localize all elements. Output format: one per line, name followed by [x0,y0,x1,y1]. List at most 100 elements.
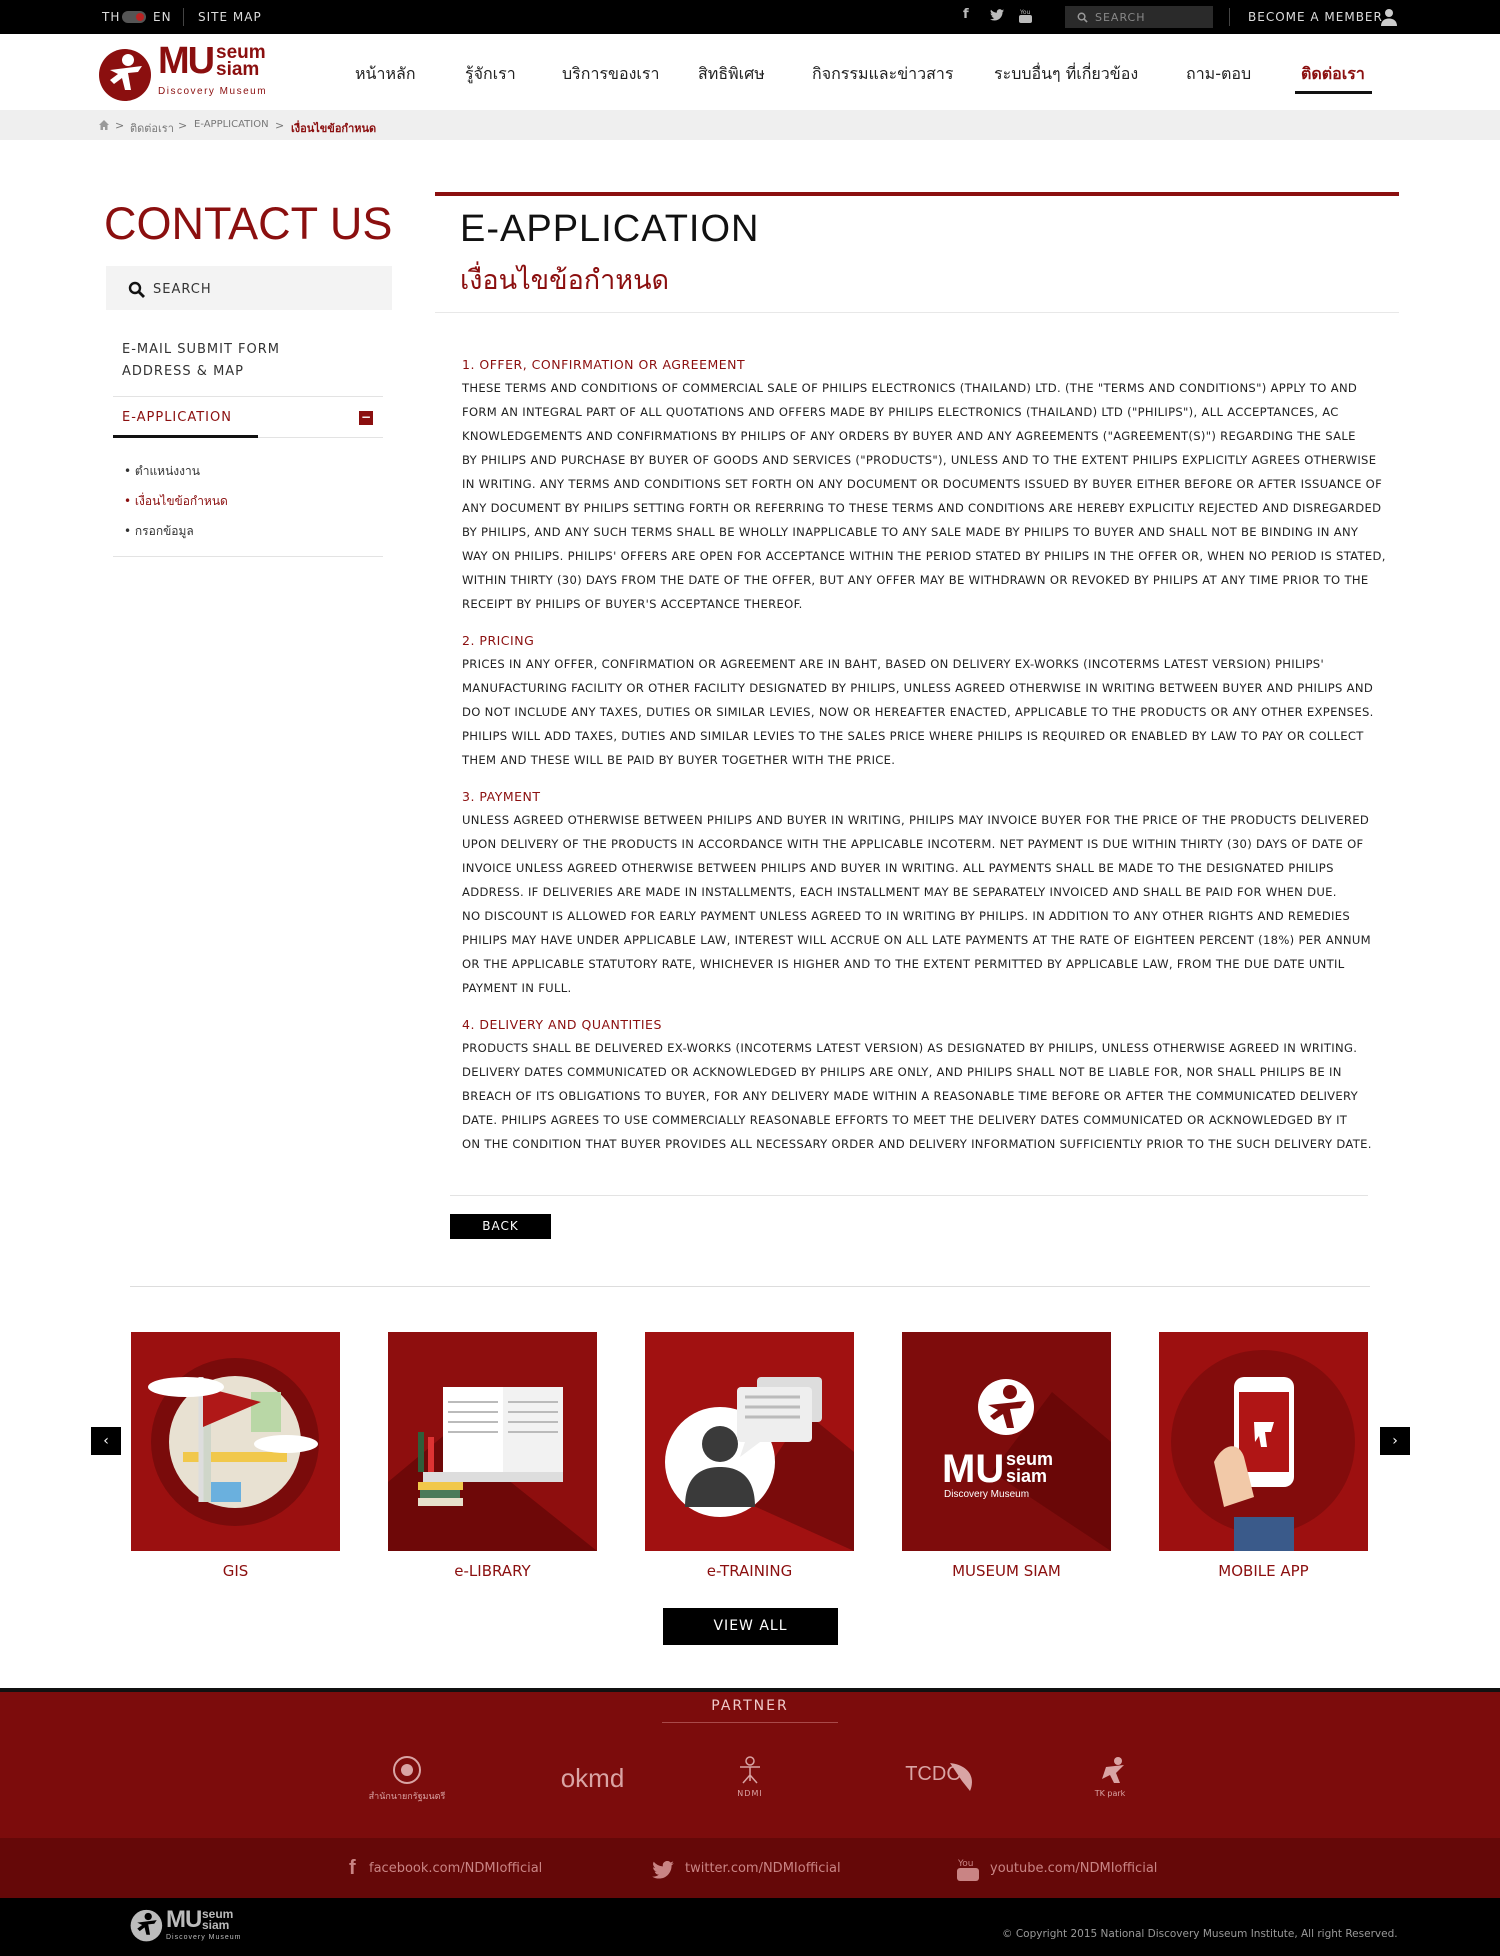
copyright: © Copyright 2015 National Discovery Muse… [1002,1928,1398,1940]
text-line: PRICES IN ANY OFFER, CONFIRMATION OR AGR… [462,657,1324,671]
nav-home[interactable]: หน้าหลัก [355,62,416,87]
nav-contact[interactable]: ติดต่อเรา [1301,62,1365,87]
breadcrumb: > ติดต่อเรา > E-APPLICATION > เงื่อนไขข้… [0,110,1500,140]
nav-about[interactable]: รู้จักเรา [465,62,516,87]
svg-text:You: You [1019,9,1031,16]
section-heading: 1. OFFER, CONFIRMATION OR AGREEMENT [462,357,746,372]
facebook-icon[interactable]: f [963,7,969,22]
text-line: THESE TERMS AND CONDITIONS OF COMMERCIAL… [462,381,1358,395]
copyright-text: Copyright 2015 National Discovery Museum… [1015,1928,1398,1940]
text-line: UPON DELIVERY OF THE PRODUCTS IN ACCORDA… [462,837,1364,851]
nav-activities-news[interactable]: กิจกรรมและข่าวสาร [812,62,953,87]
tile-label: e-LIBRARY [454,1562,531,1580]
lang-th[interactable]: TH [102,10,120,24]
divider [113,556,383,557]
tile-etraining[interactable] [645,1332,854,1551]
tile-label: MOBILE APP [1218,1562,1309,1580]
text-line: KNOWLEDGEMENTS AND CONFIRMATIONS BY PHIL… [462,429,1356,443]
facebook-icon[interactable]: f [349,1857,356,1880]
partner-logo-text: สำนักนายกรัฐมนตรี [368,1792,446,1802]
sidebar-subitem-fill-info[interactable]: • กรอกข้อมูล [124,522,194,541]
tile-museum-siam[interactable]: MU seum siam Discovery Museum [902,1332,1111,1551]
sidebar-item-eapplication[interactable]: E-APPLICATION [122,410,232,425]
partner-logo-text: TK park [1094,1789,1126,1798]
top-search-input[interactable]: SEARCH [1065,6,1213,28]
view-all-button[interactable]: VIEW ALL [663,1608,838,1645]
partner-logo-text: NDMI [737,1789,763,1798]
person-chat-icon [665,1377,854,1551]
breadcrumb-contact[interactable]: ติดต่อเรา [130,119,174,137]
text-line: FORM AN INTEGRAL PART OF ALL QUOTATIONS … [462,405,1339,419]
twitter-icon[interactable] [652,1861,674,1879]
breadcrumb-separator: > [115,119,125,132]
carousel-prev-button[interactable]: ‹ [91,1427,121,1455]
book-icon [388,1387,597,1551]
home-icon[interactable] [99,120,109,130]
youtube-icon[interactable]: You [957,1856,979,1882]
page-subtitle: เงื่อนไขข้อกำหนด [460,265,670,296]
logo-emblem-icon [130,1909,163,1942]
carousel-next-button[interactable]: › [1380,1427,1410,1455]
tile-gis[interactable] [131,1332,340,1551]
ndmi-logo[interactable]: NDMI [730,1755,770,1798]
nav-other-systems[interactable]: ระบบอื่นๆ ที่เกี่ยวข้อง [994,62,1138,87]
text-line: IN WRITING. ANY TERMS AND CONDITIONS SET… [462,477,1383,491]
twitter-link[interactable]: twitter.com/NDMIofficial [685,1861,841,1876]
soc-seal-logo[interactable]: สำนักนายกรัฐมนตรี [362,1755,452,1803]
top-bar: TH EN SITE MAP f You SEARCH BECOME A MEM… [0,0,1500,34]
youtube-link[interactable]: youtube.com/NDMIofficial [990,1861,1157,1876]
seal-icon [393,1756,421,1784]
svg-text:You: You [957,1859,974,1869]
text-line: PAYMENT IN FULL. [462,981,572,995]
text-line: BREACH OF ITS OBLIGATIONS TO BUYER, FOR … [462,1089,1359,1103]
back-button[interactable]: BACK [450,1214,551,1239]
text-line: DATE. PHILIPS AGREES TO USE COMMERCIALLY… [462,1113,1348,1127]
language-toggle[interactable] [122,11,146,23]
search-icon [128,281,145,298]
nav-faq[interactable]: ถาม-ตอบ [1186,62,1251,87]
sidebar-item-address-map[interactable]: ADDRESS & MAP [122,364,244,379]
sidebar-subitem-terms[interactable]: • เงื่อนไขข้อกำหนด [124,492,228,511]
toggle-knob-icon [136,13,144,21]
sitemap-link[interactable]: SITE MAP [198,10,262,24]
logo-emblem-icon [99,49,151,101]
become-member-link[interactable]: BECOME A MEMBER [1248,10,1383,24]
twitter-icon[interactable] [990,9,1004,21]
nav-active-indicator [1295,91,1372,94]
ndmi-emblem-icon [740,1756,760,1784]
sidebar-search-placeholder: SEARCH [153,282,212,297]
tile-elibrary[interactable] [388,1332,597,1551]
text-line: INVOICE UNLESS AGREED OTHERWISE BETWEEN … [462,861,1334,875]
text-line: BY PHILIPS AND PURCHASE BY BUYER OF GOOD… [462,453,1377,467]
breadcrumb-separator: > [275,119,285,132]
footer-logo[interactable]: MU seum siam Discovery Museum [130,1906,260,1946]
nav-services[interactable]: บริการของเรา [562,62,659,87]
sidebar-subitem-label: กรอกข้อมูล [134,524,194,538]
text-line: THEM AND THESE WILL BE PAID BY BUYER TOG… [462,753,896,767]
museum-siam-logo[interactable]: MU seum siam Discovery Museum [98,40,298,102]
text-line: NO DISCOUNT IS ALLOWED FOR EARLY PAYMENT… [462,909,1351,923]
section-heading: 3. PAYMENT [462,789,541,804]
breadcrumb-current: เงื่อนไขข้อกำหนด [291,122,377,135]
tile-mobile-app[interactable] [1159,1332,1368,1551]
breadcrumb-eapplication[interactable]: E-APPLICATION [194,119,269,130]
collapse-minus-icon[interactable]: − [359,411,373,425]
page-title: E-APPLICATION [460,208,760,250]
youtube-icon[interactable]: You [1019,8,1032,23]
sidebar-subitem-positions[interactable]: • ตำแหน่งงาน [124,462,200,481]
text-line: PHILIPS MAY HAVE UNDER APPLICABLE LAW, I… [462,933,1371,947]
facebook-link[interactable]: facebook.com/NDMIofficial [369,1861,542,1876]
text-line: MANUFACTURING FACILITY OR OTHER FACILITY… [462,681,1374,695]
sidebar-item-email-form[interactable]: E-MAIL SUBMIT FORM [122,342,280,357]
tcdc-logo[interactable]: TCDC [893,1763,973,1791]
user-icon[interactable] [1380,8,1398,26]
text-line: UNLESS AGREED OTHERWISE BETWEEN PHILIPS … [462,813,1370,827]
sidebar-search-input[interactable]: SEARCH [106,266,392,310]
okmd-logo[interactable]: okmd [550,1763,635,1794]
divider [183,8,184,26]
tkpark-logo[interactable]: TK park [1085,1755,1135,1798]
nav-privileges[interactable]: สิทธิพิเศษ [698,62,765,87]
sidebar-subitem-label: เงื่อนไขข้อกำหนด [134,494,228,508]
tile-label: MUSEUM SIAM [952,1562,1061,1580]
lang-en[interactable]: EN [153,10,172,24]
